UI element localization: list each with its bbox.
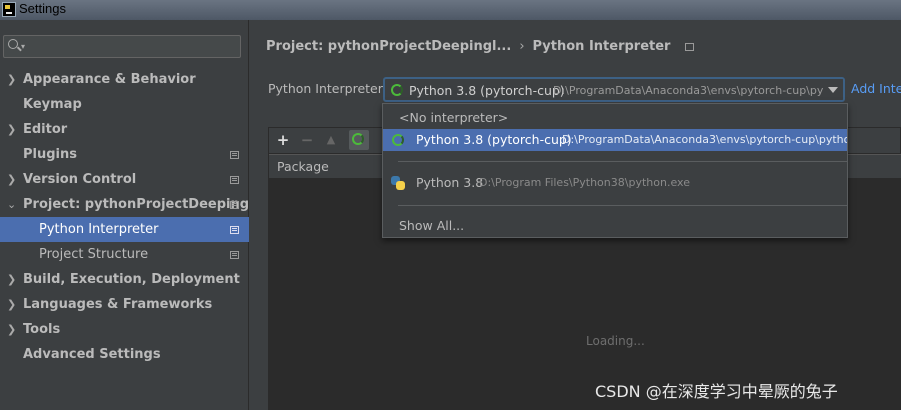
chevron-down-icon[interactable]: ▾: [21, 42, 25, 51]
option-path: D:\Program Files\Python38\python.exe: [479, 176, 690, 189]
interpreter-selected-path: D:\ProgramData\Anaconda3\envs\pytorch-cu…: [553, 84, 824, 97]
chevron-right-icon[interactable]: ❯: [7, 167, 16, 192]
sidebar-item-label: Advanced Settings: [23, 347, 161, 362]
window-title: Settings: [19, 1, 66, 16]
sidebar-item-tools[interactable]: ❯ Tools: [0, 317, 249, 342]
sidebar-item-editor[interactable]: ❯ Editor: [0, 117, 249, 142]
breadcrumb-page: Python Interpreter: [532, 39, 671, 54]
chevron-right-icon[interactable]: ❯: [7, 317, 16, 342]
sidebar-item-plugins[interactable]: Plugins: [0, 142, 249, 167]
chevron-right-icon[interactable]: ❯: [7, 117, 16, 142]
loading-status: Loading...: [586, 334, 645, 348]
chevron-right-icon[interactable]: ❯: [7, 292, 16, 317]
sidebar-item-label: Build, Execution, Deployment: [23, 272, 240, 287]
dropdown-separator: [398, 161, 847, 162]
interpreter-label: Python Interpreter:: [268, 81, 387, 96]
sidebar-item-project-structure[interactable]: Project Structure: [0, 242, 249, 267]
breadcrumb-project[interactable]: Project: pythonProjectDeepingl...: [266, 39, 511, 54]
sidebar-item-advanced[interactable]: Advanced Settings: [0, 342, 249, 367]
project-scope-icon: [230, 226, 239, 234]
interpreter-selected-name: Python 3.8 (pytorch-cup): [409, 83, 565, 98]
sidebar-item-appearance[interactable]: ❯ Appearance & Behavior: [0, 67, 249, 92]
chevron-right-icon[interactable]: ❯: [7, 67, 16, 92]
sidebar-item-label: Plugins: [23, 147, 77, 162]
add-interpreter-link[interactable]: Add Inte: [851, 81, 901, 96]
remove-package-button[interactable]: −: [297, 130, 317, 150]
project-scope-icon: [684, 42, 694, 51]
chevron-down-icon[interactable]: ⌄: [7, 192, 16, 217]
column-header-package[interactable]: Package: [277, 159, 329, 174]
sidebar-item-label: Tools: [23, 322, 61, 337]
option-show-all[interactable]: Show All...: [383, 215, 847, 237]
sidebar-item-label: Python Interpreter: [39, 222, 159, 237]
settings-tree: ❯ Appearance & Behavior Keymap ❯ Editor …: [0, 67, 268, 367]
project-scope-icon: [230, 201, 239, 209]
sidebar-item-label: Editor: [23, 122, 68, 137]
option-name: Python 3.8: [416, 175, 484, 190]
watermark: CSDN @在深度学习中晕厥的兔子: [595, 382, 838, 401]
conda-spinner-icon: [391, 84, 403, 96]
breadcrumb: Project: pythonProjectDeepingl... › Python…: [266, 39, 694, 54]
project-scope-icon: [230, 151, 239, 159]
loading-spinner-icon: [352, 133, 364, 145]
add-package-button[interactable]: +: [273, 130, 293, 150]
sidebar-item-python-interpreter[interactable]: Python Interpreter: [0, 217, 249, 242]
upgrade-package-button[interactable]: ▲: [321, 130, 341, 150]
dropdown-arrow-icon[interactable]: [823, 79, 843, 100]
settings-search[interactable]: ▾: [3, 35, 241, 58]
sidebar-item-label: Version Control: [23, 172, 137, 187]
option-name: Python 3.8 (pytorch-cup): [416, 132, 572, 147]
chevron-right-icon[interactable]: ❯: [7, 267, 16, 292]
sidebar-item-version-control[interactable]: ❯ Version Control: [0, 167, 249, 192]
reload-packages-button[interactable]: [349, 130, 369, 150]
dropdown-separator: [398, 205, 847, 206]
sidebar-item-languages[interactable]: ❯ Languages & Frameworks: [0, 292, 249, 317]
project-scope-icon: [230, 176, 239, 184]
sidebar-item-project[interactable]: ⌄ Project: pythonProjectDeepingl...: [0, 192, 268, 217]
sidebar-item-label: Languages & Frameworks: [23, 297, 213, 312]
python-logo-icon: [391, 176, 405, 190]
interpreter-select[interactable]: Python 3.8 (pytorch-cup) D:\ProgramData\…: [383, 77, 845, 102]
option-python-pytorch-cup[interactable]: Python 3.8 (pytorch-cup) D:\ProgramData\…: [383, 129, 847, 151]
option-python-38-system[interactable]: Python 3.8 D:\Program Files\Python38\pyt…: [383, 172, 847, 194]
option-no-interpreter[interactable]: <No interpreter>: [383, 107, 847, 129]
project-scope-icon: [230, 251, 239, 259]
sidebar-item-label: Keymap: [23, 97, 82, 112]
sidebar-item-label: Project Structure: [39, 247, 149, 262]
search-input[interactable]: [28, 38, 228, 55]
option-path: D:\ProgramData\Anaconda3\envs\pytorch-cu…: [562, 133, 847, 146]
conda-spinner-icon: [392, 134, 404, 146]
interpreter-dropdown-list: <No interpreter> Python 3.8 (pytorch-cup…: [382, 103, 848, 238]
sidebar-item-build[interactable]: ❯ Build, Execution, Deployment: [0, 267, 249, 292]
sidebar-item-keymap[interactable]: Keymap: [0, 92, 249, 117]
breadcrumb-separator: ›: [519, 39, 525, 54]
pycharm-app-icon: [2, 2, 16, 17]
search-icon: [8, 39, 18, 49]
sidebar-item-label: Appearance & Behavior: [23, 72, 196, 87]
title-bar: Settings: [0, 0, 901, 20]
settings-sidebar: ▾ ❯ Appearance & Behavior Keymap ❯ Edito…: [0, 20, 268, 410]
